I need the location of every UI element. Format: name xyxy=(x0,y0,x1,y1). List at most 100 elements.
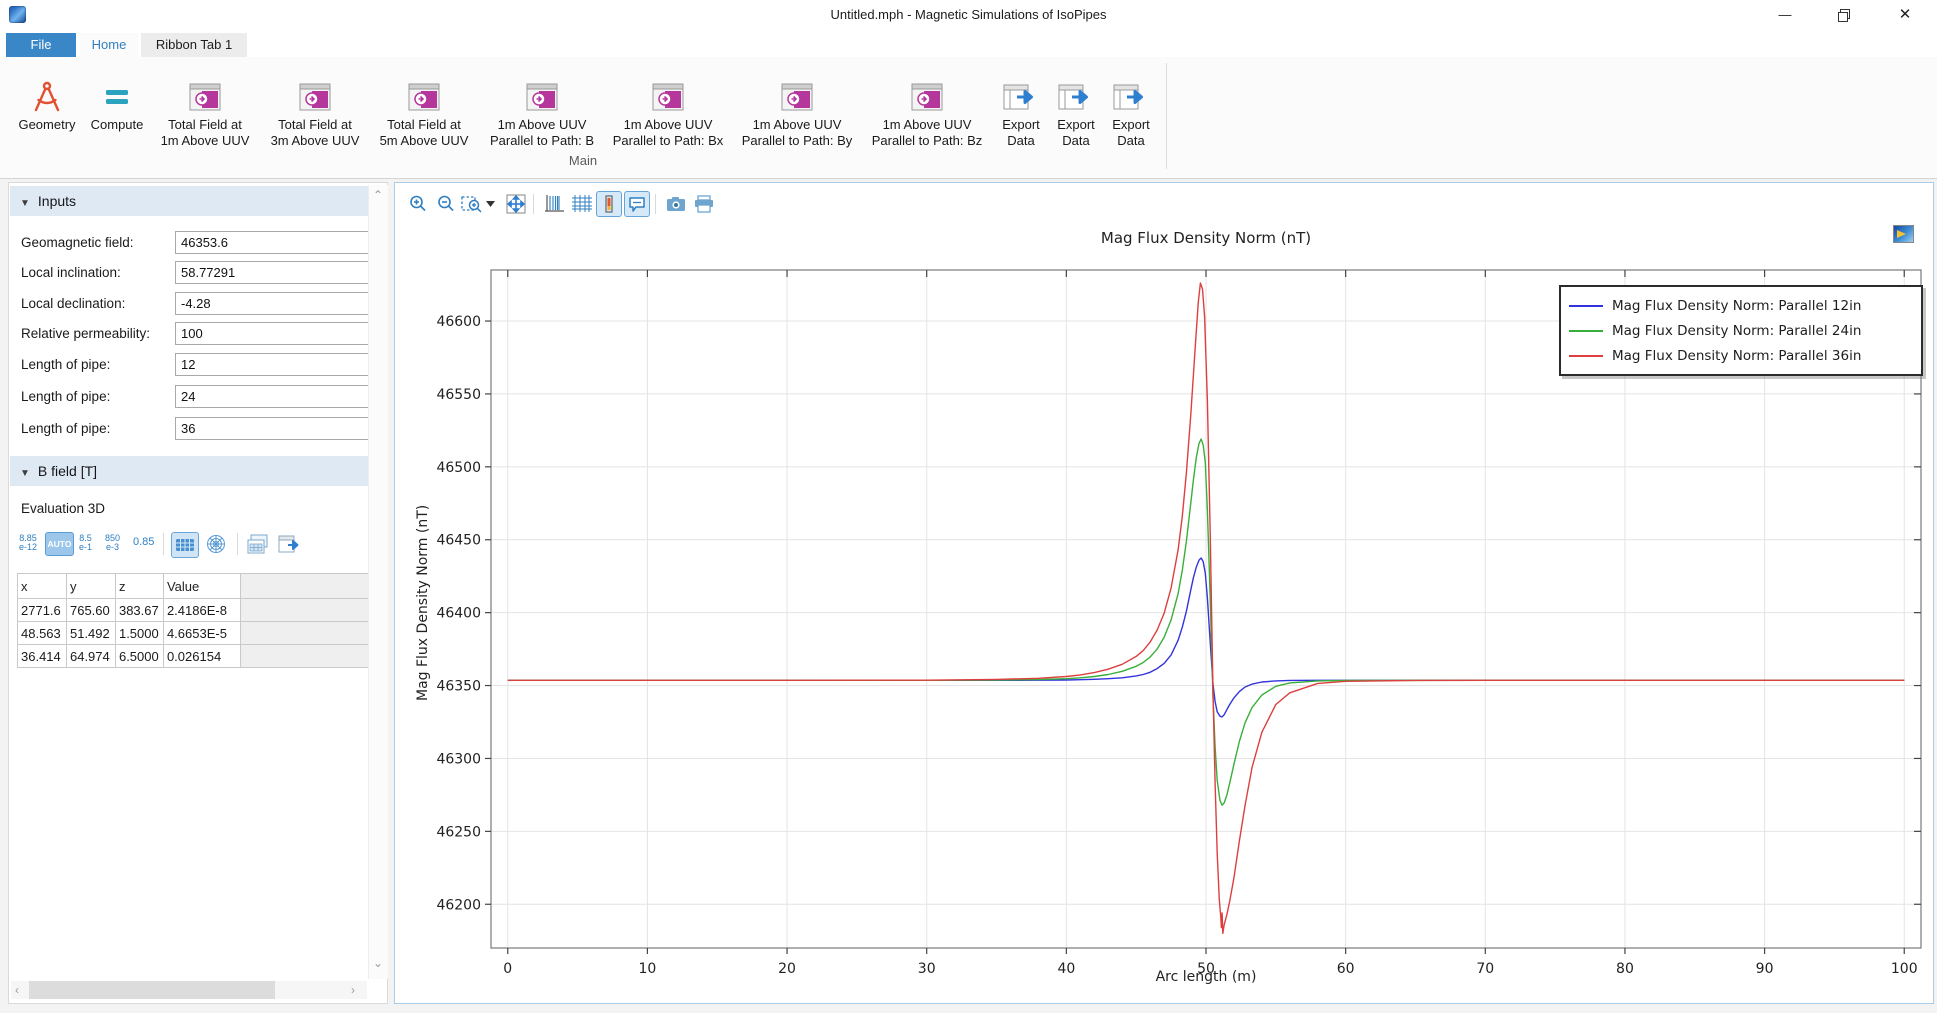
ribbon-group-label: Main xyxy=(0,153,1166,168)
x-tick-label: 50 xyxy=(1197,961,1215,977)
snapshot-button[interactable] xyxy=(663,191,689,217)
format-engineering-button[interactable]: 850 e-3 xyxy=(105,534,120,552)
table-row[interactable]: 2771.6 765.60 383.67 2.4186E-8 xyxy=(18,599,387,622)
scroll-left-icon[interactable]: ‹ xyxy=(15,984,19,996)
export-data-icon xyxy=(1049,77,1103,117)
grid-settings-button[interactable] xyxy=(569,191,595,217)
settings-panel: ▼Inputs Geomagnetic field: Local inclina… xyxy=(8,182,388,1004)
evaluation-group-icon xyxy=(480,77,604,117)
column-header-filler xyxy=(240,574,386,599)
field-input-declination[interactable] xyxy=(175,292,373,315)
field-input-pipe-length-24[interactable] xyxy=(175,385,373,408)
inputs-section-header[interactable]: ▼Inputs xyxy=(10,186,370,216)
zoom-in-button[interactable] xyxy=(405,191,431,217)
scroll-right-icon[interactable]: › xyxy=(351,984,355,996)
evaluation-group-icon xyxy=(150,77,260,117)
tab-file[interactable]: File xyxy=(6,33,76,57)
x-tick-label: 90 xyxy=(1756,961,1774,977)
evaluation-group-icon xyxy=(605,77,731,117)
toolbar-separator xyxy=(655,194,656,214)
column-header-y[interactable]: y xyxy=(66,574,115,599)
collapse-triangle-icon: ▼ xyxy=(20,189,30,219)
x-tick-label: 100 xyxy=(1891,961,1918,977)
format-full-precision-button[interactable]: 8.85 e-12 xyxy=(19,534,37,552)
x-tick-label: 80 xyxy=(1616,961,1634,977)
plot-legend[interactable]: Mag Flux Density Norm: Parallel 12in Mag… xyxy=(1559,285,1923,376)
x-tick-label: 70 xyxy=(1476,961,1494,977)
x-tick-label: 60 xyxy=(1337,961,1355,977)
field-input-geomagnetic[interactable] xyxy=(175,231,373,254)
table-row[interactable]: 48.563 51.492 1.5000 4.6653E-5 xyxy=(18,622,387,645)
ribbon-button-total-field-5m[interactable]: Total Field at 5m Above UUV xyxy=(370,77,478,149)
field-input-inclination[interactable] xyxy=(175,261,373,284)
format-scientific-button[interactable]: 8.5 e-1 xyxy=(79,534,92,552)
column-header-x[interactable]: x xyxy=(18,574,67,599)
close-button[interactable]: ✕ xyxy=(1884,0,1926,30)
format-auto-button[interactable]: AUTO xyxy=(45,532,74,556)
column-header-value[interactable]: Value xyxy=(163,574,240,599)
zoom-extents-button[interactable] xyxy=(503,191,529,217)
field-label-declination: Local declination: xyxy=(21,292,125,316)
table-view-toggle[interactable] xyxy=(171,532,199,558)
ribbon-button-export-data-1[interactable]: Export Data xyxy=(994,77,1048,149)
field-label-geomagnetic: Geomagnetic field: xyxy=(21,231,134,255)
vertical-scrollbar[interactable]: ⌃ ⌄ xyxy=(368,185,388,979)
ribbon-button-parallel-b[interactable]: 1m Above UUV Parallel to Path: B xyxy=(480,77,604,149)
ribbon-button-total-field-1m[interactable]: Total Field at 1m Above UUV xyxy=(150,77,260,149)
field-label-permeability: Relative permeability: xyxy=(21,322,150,346)
ribbon-group-divider xyxy=(1166,63,1167,169)
ribbon-button-parallel-by[interactable]: 1m Above UUV Parallel to Path: By xyxy=(732,77,862,149)
toolbar-separator xyxy=(533,194,534,214)
scrollbar-thumb[interactable] xyxy=(29,981,275,999)
tab-ribbon-tab-1[interactable]: Ribbon Tab 1 xyxy=(141,33,247,57)
export-table-icon xyxy=(278,534,302,554)
horizontal-scrollbar[interactable]: ‹ › xyxy=(11,981,367,999)
polar-plot-button[interactable] xyxy=(203,532,229,556)
x-tick-label: 10 xyxy=(638,961,656,977)
y-tick-label: 46550 xyxy=(436,387,481,403)
field-input-permeability[interactable] xyxy=(175,322,373,345)
ribbon-button-parallel-bx[interactable]: 1m Above UUV Parallel to Path: Bx xyxy=(605,77,731,149)
zoom-out-button[interactable] xyxy=(433,191,459,217)
results-table: x y z Value 2771.6 765.60 383.67 2.4186E… xyxy=(17,573,387,668)
copy-table-icon xyxy=(247,534,269,554)
scroll-down-icon[interactable]: ⌄ xyxy=(373,957,383,969)
ribbon-button-export-data-3[interactable]: Export Data xyxy=(1104,77,1158,149)
legend-line-sample xyxy=(1569,330,1603,332)
color-legend-toggle[interactable] xyxy=(596,191,622,217)
scroll-up-icon[interactable]: ⌃ xyxy=(373,189,383,201)
ribbon-button-parallel-bz[interactable]: 1m Above UUV Parallel to Path: Bz xyxy=(863,77,991,149)
evaluation-group-icon xyxy=(261,77,369,117)
format-decimal-button[interactable]: 0.85 xyxy=(133,537,154,548)
field-label-inclination: Local inclination: xyxy=(21,261,121,285)
restore-button[interactable] xyxy=(1822,0,1864,30)
evaluation-group-icon xyxy=(863,77,991,117)
zoom-box-button[interactable] xyxy=(459,191,485,217)
polar-grid-icon xyxy=(206,534,226,554)
export-table-button[interactable] xyxy=(277,532,303,556)
field-input-pipe-length-36[interactable] xyxy=(175,417,373,440)
export-data-icon xyxy=(1104,77,1158,117)
evaluation-group-icon xyxy=(370,77,478,117)
ribbon-button-export-data-2[interactable]: Export Data xyxy=(1049,77,1103,149)
column-header-z[interactable]: z xyxy=(115,574,163,599)
axis-settings-button[interactable] xyxy=(541,191,567,217)
compass-icon xyxy=(10,77,84,117)
tooltip-toggle[interactable] xyxy=(624,191,650,217)
print-button[interactable] xyxy=(691,191,717,217)
graphics-panel: Mag Flux Density Norm (nT) Mag Flux Dens… xyxy=(394,182,1934,1004)
table-icon xyxy=(176,539,194,551)
ribbon-button-total-field-3m[interactable]: Total Field at 3m Above UUV xyxy=(261,77,369,149)
ribbon-button-compute[interactable]: Compute xyxy=(86,77,148,133)
field-input-pipe-length-12[interactable] xyxy=(175,353,373,376)
ribbon-tab-bar: File Home Ribbon Tab 1 xyxy=(0,30,1937,57)
zoom-box-dropdown-caret[interactable] xyxy=(483,191,497,217)
bfield-section-header[interactable]: ▼B field [T] xyxy=(10,456,370,486)
y-tick-label: 46350 xyxy=(436,679,481,695)
tab-home[interactable]: Home xyxy=(80,33,138,57)
table-row[interactable]: 36.414 64.974 6.5000 0.026154 xyxy=(18,645,387,668)
toolbar-separator xyxy=(237,533,238,555)
ribbon-button-geometry[interactable]: Geometry xyxy=(10,77,84,133)
minimize-button[interactable]: ― xyxy=(1764,0,1806,30)
copy-table-button[interactable] xyxy=(245,532,271,556)
